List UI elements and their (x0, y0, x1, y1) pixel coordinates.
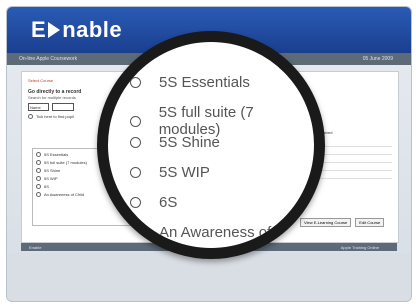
edit-course-button[interactable]: Edit Course (355, 218, 385, 227)
radio-icon[interactable] (130, 167, 141, 178)
name-input[interactable] (52, 103, 74, 111)
radio-icon[interactable] (130, 137, 141, 148)
course-option-label: An Awareness of Child (159, 224, 310, 241)
radio-icon (36, 168, 41, 173)
course-option[interactable]: 6S (130, 194, 177, 211)
radio-icon[interactable] (130, 197, 141, 208)
radio-icon (36, 184, 41, 189)
logo-text: nable (62, 17, 123, 42)
course-option-label: 5S Shine (159, 134, 220, 151)
radio-icon[interactable] (130, 77, 141, 88)
radio-icon (36, 192, 41, 197)
nav-left-text[interactable]: On-line Apple Coursework (19, 56, 77, 62)
course-option[interactable]: 5S Essentials (130, 74, 250, 91)
play-triangle-icon (48, 22, 61, 38)
course-option-label: 5S full suite (7 modules) (158, 104, 254, 138)
course-option[interactable]: 5S Shine (130, 134, 220, 151)
footer-left: Enable (29, 245, 42, 250)
logo: E nable (31, 17, 122, 43)
course-option[interactable]: 5S full suite (7 modules) (130, 104, 314, 138)
lower-background (7, 253, 411, 301)
tick-label: Tick here to find pupil (36, 114, 74, 119)
course-option[interactable]: An Awareness of Child (130, 224, 310, 241)
course-option-label: 5S WIP (159, 164, 210, 181)
radio-icon (36, 152, 41, 157)
footer-right: Apple Training Online (340, 245, 379, 250)
course-option-label: 6S (159, 194, 178, 211)
radio-icon[interactable] (130, 115, 141, 127)
name-select[interactable]: Name (28, 103, 49, 111)
logo-letter: E (31, 17, 47, 42)
nav-date: 05 June 2009 (362, 56, 393, 62)
course-option-label: 5S Essentials (159, 74, 250, 91)
radio-icon (36, 176, 41, 181)
radio-icon (36, 160, 41, 165)
tick-checkbox[interactable] (28, 114, 33, 119)
radio-icon[interactable] (130, 227, 141, 238)
magnifier-lens: 5S Essentials 5S full suite (7 modules) … (97, 31, 325, 259)
course-option[interactable]: 5S WIP (130, 164, 210, 181)
magnified-course-list: 5S Essentials 5S full suite (7 modules) … (108, 42, 314, 248)
